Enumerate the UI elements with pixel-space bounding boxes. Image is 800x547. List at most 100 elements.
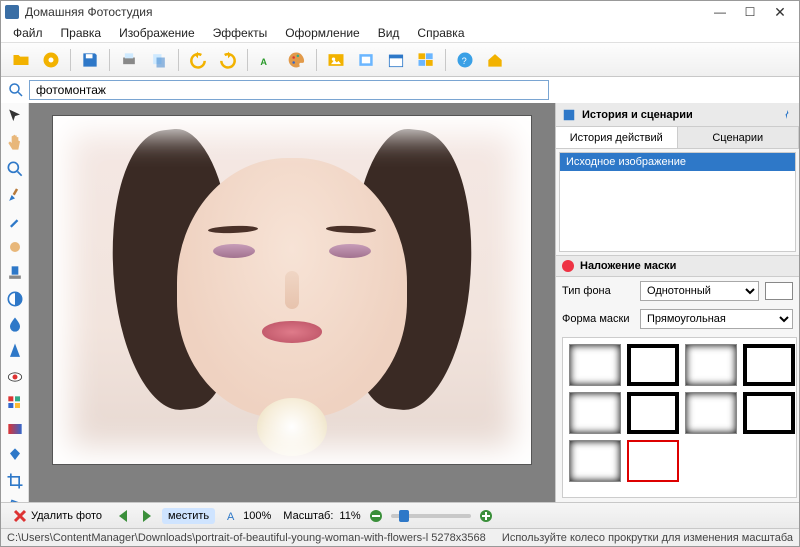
- retouch-icon[interactable]: [5, 237, 25, 257]
- pin-icon[interactable]: [781, 109, 793, 121]
- palette-icon[interactable]: [283, 46, 311, 74]
- mask-icon: [562, 260, 574, 272]
- delete-icon: [13, 509, 27, 523]
- zoom-tool-icon[interactable]: [5, 159, 25, 179]
- scale-label: Масштаб:: [283, 510, 333, 522]
- fill-icon[interactable]: [5, 445, 25, 465]
- brush-tool-icon[interactable]: [5, 185, 25, 205]
- hundred-percent-button[interactable]: A 100%: [221, 508, 277, 524]
- fit-button[interactable]: местить: [162, 508, 215, 524]
- svg-text:A: A: [260, 57, 267, 67]
- hundred-label: 100%: [243, 510, 271, 522]
- film-icon[interactable]: [37, 46, 65, 74]
- maximize-button[interactable]: ☐: [735, 2, 765, 22]
- status-path: C:\Users\ContentManager\Downloads\portra…: [7, 532, 486, 544]
- undo-icon[interactable]: [184, 46, 212, 74]
- status-hint: Используйте колесо прокрутки для изменен…: [502, 532, 793, 544]
- collage-icon[interactable]: [412, 46, 440, 74]
- print-icon[interactable]: [115, 46, 143, 74]
- status-bar: C:\Users\ContentManager\Downloads\portra…: [1, 528, 799, 546]
- mask-item[interactable]: [685, 344, 737, 386]
- mask-panel-header: Наложение маски: [556, 255, 799, 277]
- menu-file[interactable]: Файл: [5, 24, 51, 42]
- mask-title: Наложение маски: [580, 260, 676, 272]
- bg-type-select[interactable]: Однотонный: [640, 281, 759, 301]
- mask-item[interactable]: [569, 440, 621, 482]
- open-folder-icon[interactable]: [7, 46, 35, 74]
- main-toolbar: A ?: [1, 43, 799, 77]
- window-title: Домашняя Фотостудия: [25, 5, 705, 19]
- delete-photo-button[interactable]: Удалить фото: [7, 507, 108, 525]
- search-input[interactable]: [29, 80, 549, 100]
- delete-label: Удалить фото: [31, 510, 102, 522]
- minimize-button[interactable]: —: [705, 2, 735, 22]
- menu-effects[interactable]: Эффекты: [205, 24, 276, 42]
- zoom-in-button[interactable]: [477, 507, 495, 525]
- color-adj-icon[interactable]: [5, 393, 25, 413]
- history-panel-header: История и сценарии: [556, 103, 799, 127]
- next-button[interactable]: [138, 507, 156, 525]
- blur-icon[interactable]: [5, 315, 25, 335]
- zoom-out-button[interactable]: [367, 507, 385, 525]
- zoom-slider[interactable]: [391, 514, 471, 518]
- bg-color-swatch[interactable]: [765, 282, 793, 300]
- contrast-icon[interactable]: [5, 289, 25, 309]
- bottom-bar: Удалить фото местить A 100% Масштаб: 11%: [1, 502, 799, 528]
- close-button[interactable]: ✕: [765, 2, 795, 22]
- text-tool-icon[interactable]: A: [253, 46, 281, 74]
- canvas-area[interactable]: [29, 103, 555, 502]
- history-item[interactable]: Исходное изображение: [560, 153, 795, 171]
- search-icon: [7, 81, 25, 99]
- bg-type-label: Тип фона: [562, 285, 634, 297]
- history-title: История и сценарии: [582, 109, 781, 121]
- calendar-icon[interactable]: [382, 46, 410, 74]
- sharpen-icon[interactable]: [5, 341, 25, 361]
- photo-icon[interactable]: [322, 46, 350, 74]
- frame-icon[interactable]: [352, 46, 380, 74]
- copy-icon[interactable]: [145, 46, 173, 74]
- menu-view[interactable]: Вид: [370, 24, 408, 42]
- tab-scenarios[interactable]: Сценарии: [678, 127, 800, 148]
- eyedropper-icon[interactable]: [5, 211, 25, 231]
- search-row: [1, 77, 799, 103]
- panel-tabs: История действий Сценарии: [556, 127, 799, 149]
- app-icon: [5, 5, 19, 19]
- mask-item[interactable]: [627, 344, 679, 386]
- stamp-icon[interactable]: [5, 263, 25, 283]
- menu-help[interactable]: Справка: [409, 24, 472, 42]
- tool-strip: [1, 103, 29, 502]
- mask-item[interactable]: [743, 392, 795, 434]
- canvas-image[interactable]: [52, 115, 532, 465]
- menu-edit[interactable]: Правка: [53, 24, 110, 42]
- mask-item[interactable]: [685, 392, 737, 434]
- home-icon[interactable]: [481, 46, 509, 74]
- svg-text:A: A: [227, 511, 235, 522]
- mask-item[interactable]: [627, 392, 679, 434]
- menu-decorate[interactable]: Оформление: [277, 24, 367, 42]
- red-eye-icon[interactable]: [5, 367, 25, 387]
- mask-item-selected[interactable]: [627, 440, 679, 482]
- shape-select[interactable]: Прямоугольная: [640, 309, 793, 329]
- help-icon[interactable]: ?: [451, 46, 479, 74]
- prev-button[interactable]: [114, 507, 132, 525]
- title-bar: Домашняя Фотостудия — ☐ ✕: [1, 1, 799, 23]
- scale-value: 11%: [339, 510, 360, 522]
- mask-item[interactable]: [569, 392, 621, 434]
- arrow-tool-icon[interactable]: [5, 107, 25, 127]
- shape-label: Форма маски: [562, 313, 634, 325]
- hand-tool-icon[interactable]: [5, 133, 25, 153]
- panel-icon: [562, 108, 576, 122]
- scale-icon: A: [227, 510, 239, 522]
- redo-icon[interactable]: [214, 46, 242, 74]
- gradient-icon[interactable]: [5, 419, 25, 439]
- mask-grid[interactable]: [562, 337, 797, 498]
- tab-history[interactable]: История действий: [556, 127, 678, 148]
- mask-item[interactable]: [569, 344, 621, 386]
- save-icon[interactable]: [76, 46, 104, 74]
- crop-icon[interactable]: [5, 471, 25, 491]
- right-panel: История и сценарии История действий Сцен…: [555, 103, 799, 502]
- history-list[interactable]: Исходное изображение: [559, 152, 796, 252]
- svg-text:?: ?: [462, 56, 467, 66]
- mask-item[interactable]: [743, 344, 795, 386]
- menu-image[interactable]: Изображение: [111, 24, 203, 42]
